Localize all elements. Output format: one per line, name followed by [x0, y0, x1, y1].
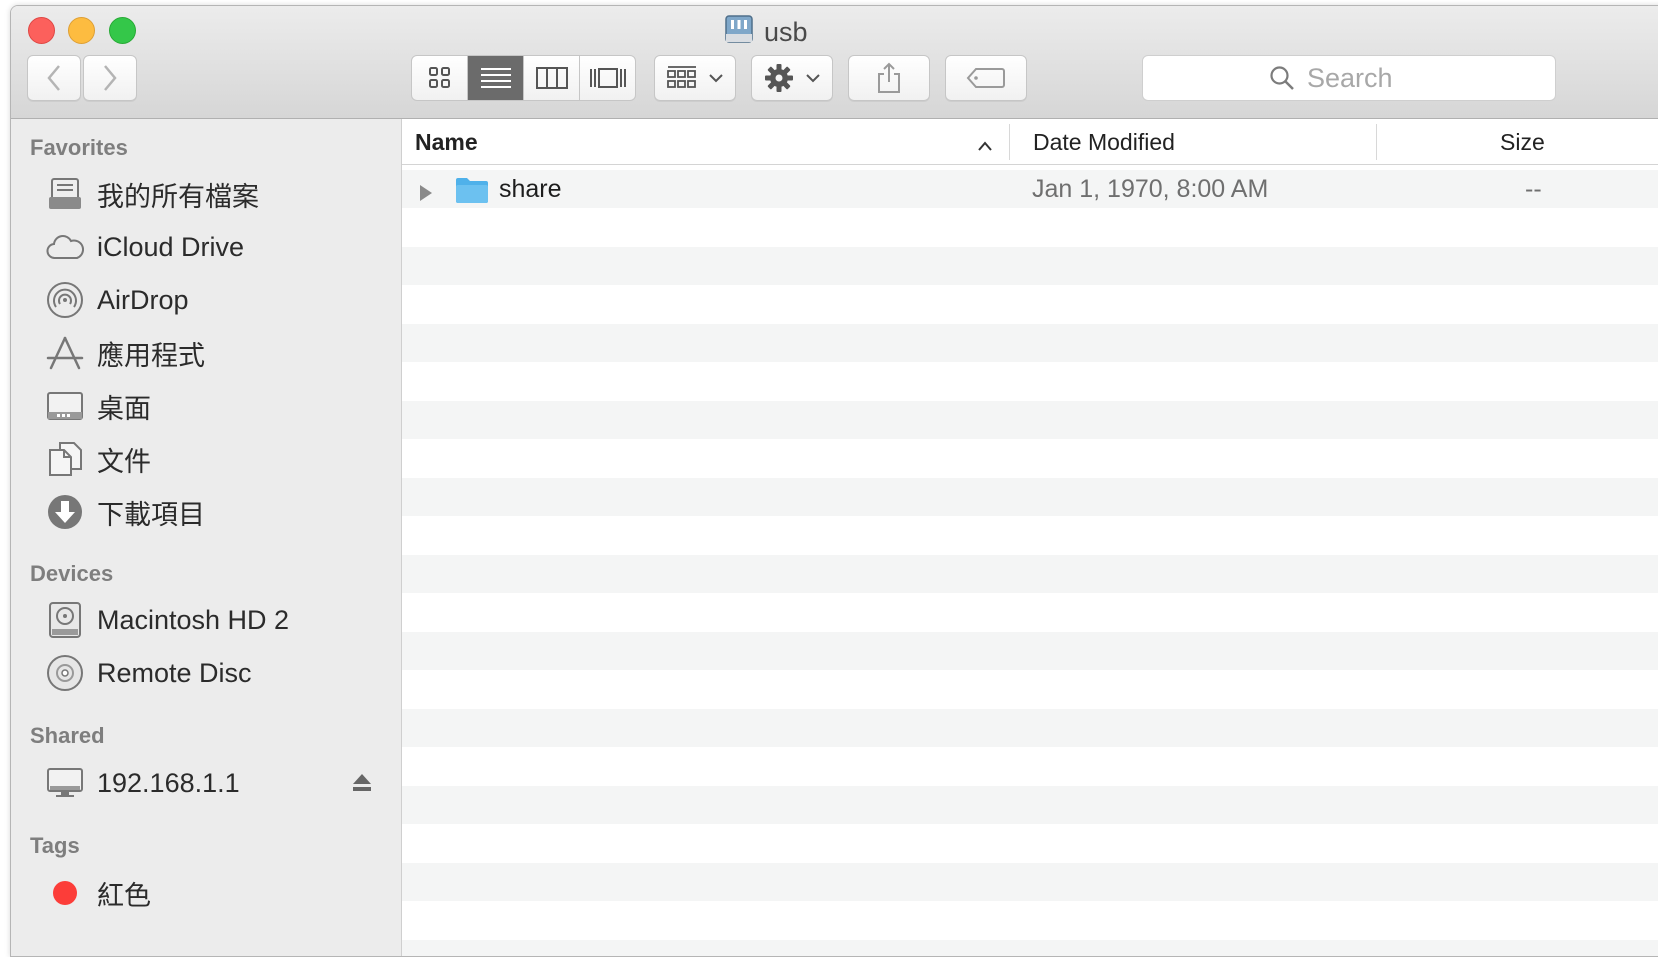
chevron-left-icon	[47, 65, 60, 91]
forward-button[interactable]	[83, 55, 137, 101]
chevron-down-icon	[806, 74, 820, 83]
sidebar-item-airdrop[interactable]: AirDrop	[45, 278, 385, 322]
view-mode-control	[411, 55, 636, 101]
file-list: Name Date Modified Size share Jan 1, 197…	[402, 119, 1658, 956]
file-date-modified: Jan 1, 1970, 8:00 AM	[1032, 175, 1269, 203]
search-icon	[1270, 66, 1294, 90]
zoom-window-button[interactable]	[109, 17, 136, 44]
folder-icon	[455, 176, 489, 211]
sidebar-item-remote-disc[interactable]: Remote Disc	[45, 651, 385, 695]
sidebar-item-label: iCloud Drive	[97, 231, 245, 262]
sidebar-item-icloud-drive[interactable]: iCloud Drive	[45, 225, 385, 269]
red-tag-dot-icon	[45, 873, 85, 913]
sidebar-item-label: 下載項目	[97, 499, 205, 530]
sidebar-item-desktop[interactable]: 桌面	[45, 384, 385, 428]
column-header-name[interactable]: Name	[415, 129, 478, 156]
sidebar-item-label: Macintosh HD 2	[97, 604, 290, 635]
share-button[interactable]	[848, 55, 930, 101]
window-title-text: usb	[764, 16, 808, 47]
window-title: usb	[724, 12, 808, 52]
tags-header: Tags	[30, 833, 80, 858]
tag-icon	[966, 68, 1005, 88]
sidebar-item-tag-red[interactable]: 紅色	[45, 871, 385, 915]
file-size: --	[1525, 175, 1542, 203]
column-divider[interactable]	[1376, 124, 1377, 160]
arrange-grid-icon	[667, 66, 696, 88]
sidebar-item-downloads[interactable]: 下載項目	[45, 490, 385, 534]
sidebar-item-label: 我的所有檔案	[97, 181, 259, 212]
minimize-window-button[interactable]	[68, 17, 95, 44]
disc-icon	[45, 653, 85, 693]
usb-drive-icon	[724, 14, 754, 51]
column-view-button[interactable]	[524, 56, 580, 100]
edit-tags-button[interactable]	[945, 55, 1027, 101]
favorites-header: Favorites	[30, 135, 128, 160]
list-icon	[480, 68, 511, 88]
cloud-icon	[45, 227, 85, 267]
file-rows: share Jan 1, 1970, 8:00 AM --	[402, 170, 1658, 956]
back-button[interactable]	[27, 55, 81, 101]
gear-icon	[765, 64, 793, 92]
toolbar: usb	[11, 6, 1658, 119]
cover-flow-view-button[interactable]	[580, 56, 635, 100]
sidebar-item-label: 192.168.1.1	[97, 767, 240, 798]
sidebar-item-label: 桌面	[97, 393, 151, 424]
disclosure-triangle-icon[interactable]	[418, 180, 434, 209]
sidebar-item-macintosh-hd-2[interactable]: Macintosh HD 2	[45, 598, 385, 642]
network-computer-icon	[45, 763, 85, 803]
finder-window: usb Search Favorites 我的所有檔案 iCloud Drive…	[10, 5, 1658, 957]
all-files-icon	[45, 174, 85, 214]
sidebar-item-label: Remote Disc	[97, 657, 252, 688]
chevron-right-icon	[104, 65, 117, 91]
downloads-icon	[45, 492, 85, 532]
sidebar-item-documents[interactable]: 文件	[45, 437, 385, 481]
search-input[interactable]	[1305, 61, 1429, 95]
chevron-down-icon	[709, 74, 723, 83]
sidebar: Favorites 我的所有檔案 iCloud Drive AirDrop 應用…	[11, 119, 402, 956]
desktop-icon	[45, 386, 85, 426]
documents-icon	[45, 439, 85, 479]
share-icon	[878, 62, 900, 93]
sidebar-item-label: 應用程式	[97, 340, 205, 371]
list-view-button[interactable]	[468, 56, 524, 100]
table-row[interactable]: share Jan 1, 1970, 8:00 AM --	[402, 170, 1658, 208]
shared-header: Shared	[30, 723, 105, 748]
sort-ascending-icon	[977, 131, 993, 158]
close-window-button[interactable]	[28, 17, 55, 44]
eject-icon[interactable]	[351, 773, 373, 798]
sidebar-item-applications[interactable]: 應用程式	[45, 331, 385, 375]
icon-view-button[interactable]	[412, 56, 468, 100]
grid-icon	[428, 67, 450, 88]
applications-icon	[45, 333, 85, 373]
column-header-date-modified[interactable]: Date Modified	[1033, 129, 1175, 156]
column-header-size[interactable]: Size	[1500, 129, 1545, 156]
search-field[interactable]	[1142, 55, 1556, 101]
sidebar-item-label: AirDrop	[97, 284, 189, 315]
column-divider[interactable]	[1009, 124, 1010, 160]
arrange-button[interactable]	[654, 55, 736, 101]
sidebar-item-label: 文件	[97, 446, 151, 477]
sidebar-item-label: 紅色	[97, 880, 151, 911]
devices-header: Devices	[30, 561, 114, 586]
file-name: share	[499, 175, 562, 203]
columns-icon	[535, 67, 568, 89]
cover-flow-icon	[589, 68, 626, 88]
airdrop-icon	[45, 280, 85, 320]
sidebar-item-all-my-files[interactable]: 我的所有檔案	[45, 172, 385, 216]
column-header-row: Name Date Modified Size	[402, 119, 1658, 165]
sidebar-item-shared-server[interactable]: 192.168.1.1	[45, 761, 385, 805]
hard-disk-icon	[45, 600, 85, 640]
action-menu-button[interactable]	[751, 55, 833, 101]
